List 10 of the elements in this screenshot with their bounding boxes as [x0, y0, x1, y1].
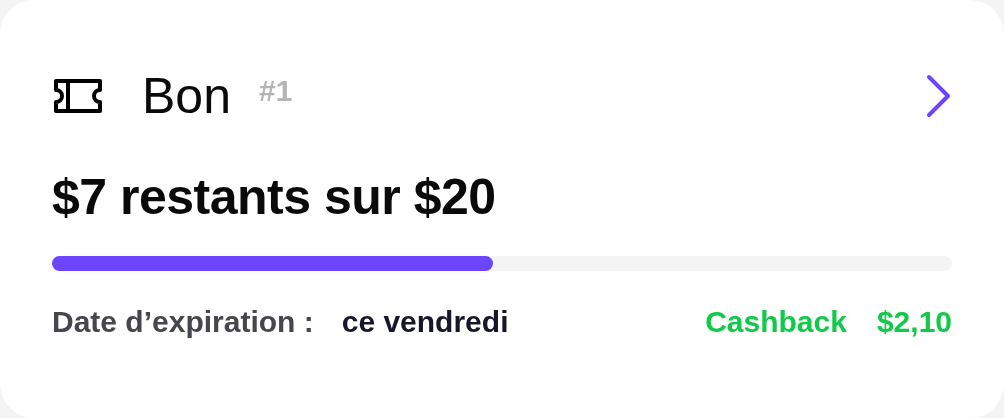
voucher-title: Bon	[142, 67, 231, 125]
cashback-value: $2,10	[876, 305, 952, 339]
ticket-icon	[52, 78, 104, 114]
chevron-right-icon[interactable]	[926, 74, 952, 118]
remaining-amount: $7 restants sur $20	[52, 168, 497, 226]
cashback-label: Cashback	[705, 305, 847, 339]
voucher-number: #1	[258, 74, 293, 108]
expiry-label: Date d’expiration :	[52, 305, 314, 339]
expiry-value: ce vendredi	[341, 305, 509, 339]
voucher-card[interactable]: Bon #1 $7 restants sur $20 Date d’expiration : ce vendredi Cashback $2,10	[0, 0, 1004, 418]
